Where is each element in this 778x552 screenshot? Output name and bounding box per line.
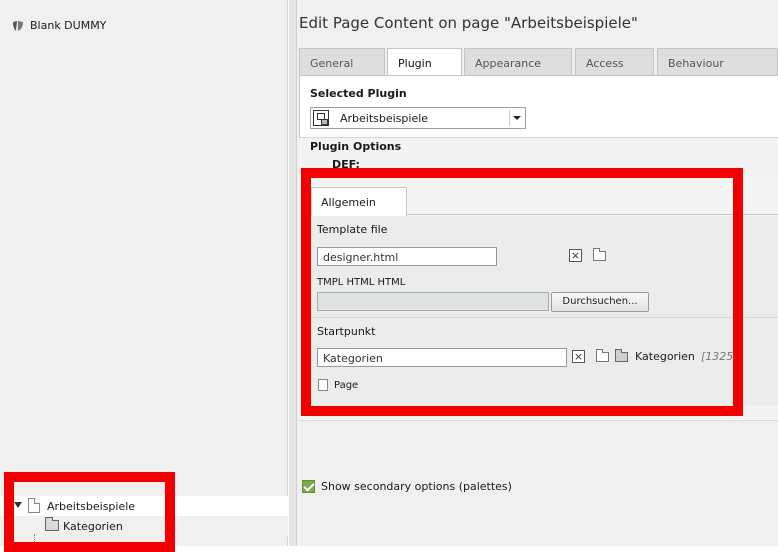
page-tree-panel: Blank DUMMY Arbeitsbeispiele Kategorien [0,0,288,546]
plugin-select-value: Arbeitsbeispiele [340,112,429,125]
tab-bar: General Plugin Appearance Access Behavio… [299,48,778,76]
annotation-highlight-box [301,168,743,416]
plugin-icon [313,110,329,126]
tree-root-label: Blank DUMMY [30,19,107,32]
divider [299,420,778,421]
tab-plugin[interactable]: Plugin [387,48,462,76]
panel-divider [289,0,297,546]
plugin-options-label: Plugin Options [310,140,402,153]
tab-appearance[interactable]: Appearance [464,48,572,75]
secondary-options-label: Show secondary options (palettes) [321,480,512,493]
page-title: Edit Page Content on page "Arbeitsbeispi… [299,14,638,32]
tab-access[interactable]: Access [575,48,654,75]
typo3-logo-icon [13,20,23,31]
secondary-options-toggle[interactable]: Show secondary options (palettes) [302,480,512,493]
tree-root[interactable]: Blank DUMMY [12,19,106,32]
selected-plugin-label: Selected Plugin [310,87,407,100]
checkbox-checked-icon[interactable] [302,480,315,493]
tab-behaviour[interactable]: Behaviour [657,48,778,75]
annotation-highlight-box [4,472,175,552]
tab-general[interactable]: General [299,48,385,75]
plugin-select[interactable]: Arbeitsbeispiele [310,107,526,129]
chevron-down-icon[interactable] [509,110,523,126]
